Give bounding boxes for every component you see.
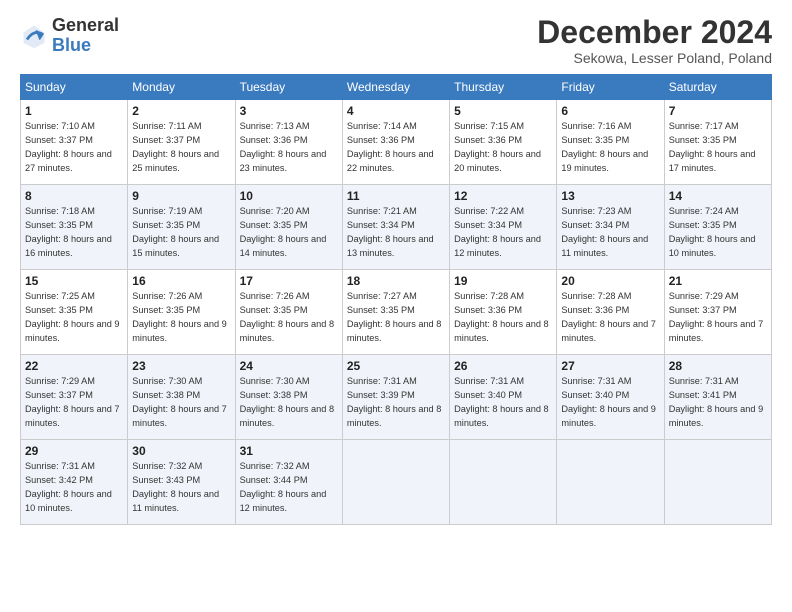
table-row: 16 Sunrise: 7:26 AMSunset: 3:35 PMDaylig… <box>128 270 235 355</box>
table-row: 7 Sunrise: 7:17 AMSunset: 3:35 PMDayligh… <box>664 100 771 185</box>
week-row-2: 8 Sunrise: 7:18 AMSunset: 3:35 PMDayligh… <box>21 185 772 270</box>
location: Sekowa, Lesser Poland, Poland <box>537 50 772 66</box>
table-row: 17 Sunrise: 7:26 AMSunset: 3:35 PMDaylig… <box>235 270 342 355</box>
table-row: 29 Sunrise: 7:31 AMSunset: 3:42 PMDaylig… <box>21 440 128 525</box>
week-row-3: 15 Sunrise: 7:25 AMSunset: 3:35 PMDaylig… <box>21 270 772 355</box>
month-title: December 2024 <box>537 16 772 48</box>
calendar-header-row: Sunday Monday Tuesday Wednesday Thursday… <box>21 75 772 100</box>
col-friday: Friday <box>557 75 664 100</box>
table-row-empty <box>664 440 771 525</box>
table-row: 23 Sunrise: 7:30 AMSunset: 3:38 PMDaylig… <box>128 355 235 440</box>
table-row: 18 Sunrise: 7:27 AMSunset: 3:35 PMDaylig… <box>342 270 449 355</box>
table-row: 6 Sunrise: 7:16 AMSunset: 3:35 PMDayligh… <box>557 100 664 185</box>
calendar-table: Sunday Monday Tuesday Wednesday Thursday… <box>20 74 772 525</box>
col-sunday: Sunday <box>21 75 128 100</box>
table-row: 5 Sunrise: 7:15 AMSunset: 3:36 PMDayligh… <box>450 100 557 185</box>
table-row-empty <box>557 440 664 525</box>
logo-text: General Blue <box>52 16 119 56</box>
table-row-empty <box>450 440 557 525</box>
table-row: 3 Sunrise: 7:13 AMSunset: 3:36 PMDayligh… <box>235 100 342 185</box>
col-thursday: Thursday <box>450 75 557 100</box>
col-tuesday: Tuesday <box>235 75 342 100</box>
table-row: 20 Sunrise: 7:28 AMSunset: 3:36 PMDaylig… <box>557 270 664 355</box>
table-row: 9 Sunrise: 7:19 AMSunset: 3:35 PMDayligh… <box>128 185 235 270</box>
logo-general: General <box>52 16 119 36</box>
logo: General Blue <box>20 16 119 56</box>
table-row: 13 Sunrise: 7:23 AMSunset: 3:34 PMDaylig… <box>557 185 664 270</box>
table-row: 31 Sunrise: 7:32 AMSunset: 3:44 PMDaylig… <box>235 440 342 525</box>
table-row: 19 Sunrise: 7:28 AMSunset: 3:36 PMDaylig… <box>450 270 557 355</box>
table-row: 28 Sunrise: 7:31 AMSunset: 3:41 PMDaylig… <box>664 355 771 440</box>
table-row: 8 Sunrise: 7:18 AMSunset: 3:35 PMDayligh… <box>21 185 128 270</box>
col-monday: Monday <box>128 75 235 100</box>
week-row-5: 29 Sunrise: 7:31 AMSunset: 3:42 PMDaylig… <box>21 440 772 525</box>
table-row: 27 Sunrise: 7:31 AMSunset: 3:40 PMDaylig… <box>557 355 664 440</box>
table-row: 10 Sunrise: 7:20 AMSunset: 3:35 PMDaylig… <box>235 185 342 270</box>
logo-icon <box>20 22 48 50</box>
table-row: 14 Sunrise: 7:24 AMSunset: 3:35 PMDaylig… <box>664 185 771 270</box>
table-row: 1 Sunrise: 7:10 AMSunset: 3:37 PMDayligh… <box>21 100 128 185</box>
table-row: 11 Sunrise: 7:21 AMSunset: 3:34 PMDaylig… <box>342 185 449 270</box>
table-row: 4 Sunrise: 7:14 AMSunset: 3:36 PMDayligh… <box>342 100 449 185</box>
title-area: December 2024 Sekowa, Lesser Poland, Pol… <box>537 16 772 66</box>
table-row: 2 Sunrise: 7:11 AMSunset: 3:37 PMDayligh… <box>128 100 235 185</box>
logo-blue: Blue <box>52 36 119 56</box>
header: General Blue December 2024 Sekowa, Lesse… <box>20 16 772 66</box>
table-row: 15 Sunrise: 7:25 AMSunset: 3:35 PMDaylig… <box>21 270 128 355</box>
week-row-1: 1 Sunrise: 7:10 AMSunset: 3:37 PMDayligh… <box>21 100 772 185</box>
table-row-empty <box>342 440 449 525</box>
page: General Blue December 2024 Sekowa, Lesse… <box>0 0 792 612</box>
table-row: 24 Sunrise: 7:30 AMSunset: 3:38 PMDaylig… <box>235 355 342 440</box>
table-row: 25 Sunrise: 7:31 AMSunset: 3:39 PMDaylig… <box>342 355 449 440</box>
table-row: 26 Sunrise: 7:31 AMSunset: 3:40 PMDaylig… <box>450 355 557 440</box>
col-wednesday: Wednesday <box>342 75 449 100</box>
table-row: 22 Sunrise: 7:29 AMSunset: 3:37 PMDaylig… <box>21 355 128 440</box>
table-row: 21 Sunrise: 7:29 AMSunset: 3:37 PMDaylig… <box>664 270 771 355</box>
table-row: 12 Sunrise: 7:22 AMSunset: 3:34 PMDaylig… <box>450 185 557 270</box>
table-row: 30 Sunrise: 7:32 AMSunset: 3:43 PMDaylig… <box>128 440 235 525</box>
col-saturday: Saturday <box>664 75 771 100</box>
week-row-4: 22 Sunrise: 7:29 AMSunset: 3:37 PMDaylig… <box>21 355 772 440</box>
